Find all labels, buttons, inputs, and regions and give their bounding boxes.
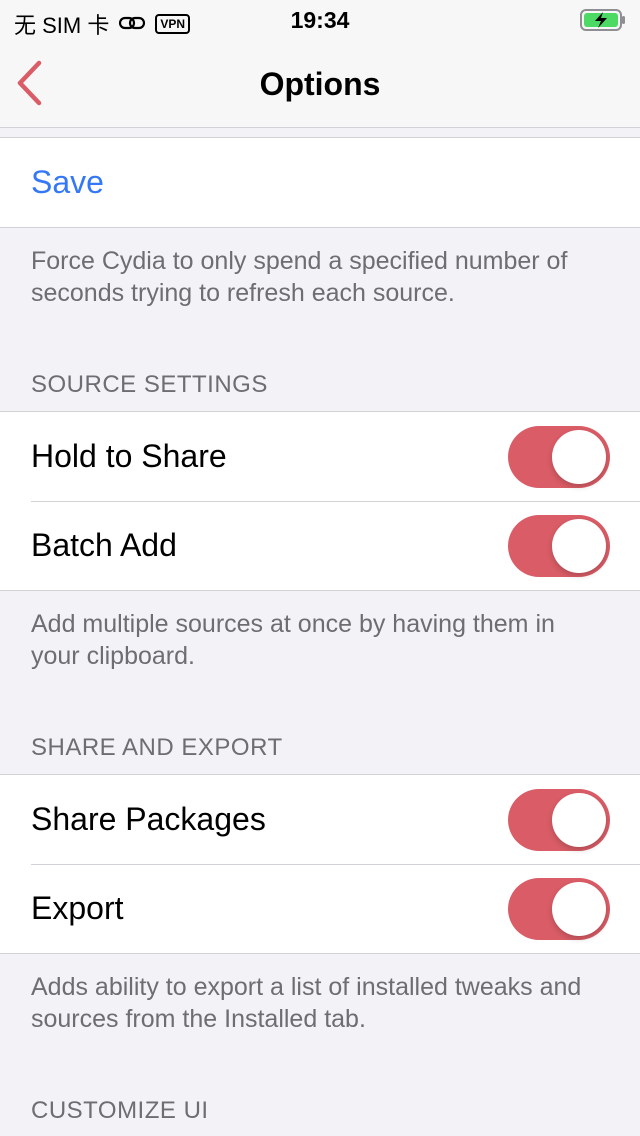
toggle-knob bbox=[552, 430, 606, 484]
hold-to-share-label: Hold to Share bbox=[31, 438, 227, 474]
export-toggle[interactable] bbox=[508, 878, 610, 940]
batch-add-toggle[interactable] bbox=[508, 515, 610, 577]
share-packages-row: Share Packages bbox=[0, 775, 640, 864]
export-label: Export bbox=[31, 890, 124, 926]
toggle-knob bbox=[552, 519, 606, 573]
share-packages-toggle[interactable] bbox=[508, 789, 610, 851]
hold-to-share-toggle[interactable] bbox=[508, 426, 610, 488]
save-button[interactable]: Save bbox=[0, 138, 640, 227]
export-footer: Adds ability to export a list of install… bbox=[31, 973, 582, 1033]
toggle-knob bbox=[552, 793, 606, 847]
toggle-knob bbox=[552, 882, 606, 936]
share-packages-label: Share Packages bbox=[31, 801, 266, 837]
share-export-group: Share Packages Export bbox=[0, 774, 640, 954]
status-bar: 无 SIM 卡 VPN 19:34 bbox=[0, 0, 640, 40]
save-group: Save bbox=[0, 137, 640, 228]
batch-add-label: Batch Add bbox=[31, 527, 177, 563]
batch-add-footer: Add multiple sources at once by having t… bbox=[31, 610, 555, 670]
source-settings-group: Hold to Share Batch Add bbox=[0, 411, 640, 591]
clock: 19:34 bbox=[290, 7, 350, 33]
customize-ui-header: CUSTOMIZE UI bbox=[31, 1097, 209, 1124]
navigation-bar: Options bbox=[0, 40, 640, 128]
export-row: Export bbox=[0, 864, 640, 953]
battery-charging-icon bbox=[580, 9, 626, 31]
page-title: Options bbox=[259, 66, 381, 102]
share-export-header: SHARE AND EXPORT bbox=[31, 734, 283, 761]
source-settings-header: SOURCE SETTINGS bbox=[31, 371, 268, 398]
refresh-timeout-footer: Force Cydia to only spend a specified nu… bbox=[31, 247, 568, 307]
hold-to-share-row: Hold to Share bbox=[0, 412, 640, 501]
settings-list: Save Force Cydia to only spend a specifi… bbox=[0, 128, 640, 1136]
batch-add-row: Batch Add bbox=[0, 501, 640, 590]
